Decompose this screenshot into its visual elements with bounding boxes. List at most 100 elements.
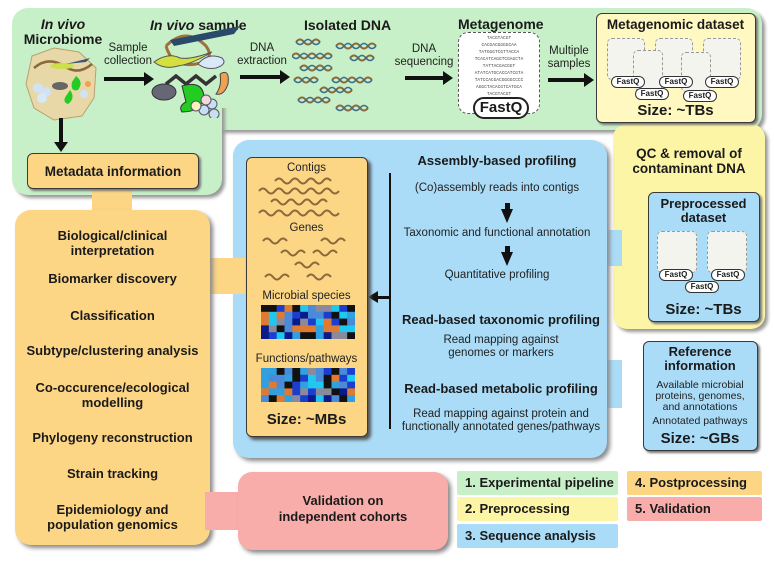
heatmap-cell [331, 388, 340, 396]
postprocessing-connector-outputs [205, 258, 245, 294]
functions-pathways-label: Functions/pathways [255, 353, 358, 365]
outputs-size: Size: ~MBs [266, 411, 347, 428]
heatmap-cell [331, 332, 340, 339]
heatmap-cell [347, 395, 355, 402]
down-arrow-icon [501, 203, 513, 223]
heatmap-cell [331, 374, 340, 383]
validation-label: Validation on independent cohorts [238, 493, 448, 525]
postprocessing-item: Phylogeny reconstruction [32, 430, 193, 445]
qc-title-line: QC & removal of [636, 146, 742, 161]
heatmap-cell [261, 305, 270, 313]
heatmap-cell [331, 395, 340, 402]
postprocessing-item: Biomarker discovery [48, 271, 177, 286]
metagenome-title: Metagenome [458, 16, 544, 32]
fastq-badge: FastQ [659, 76, 693, 88]
microbial-species-heatmap [261, 305, 355, 339]
item-line: Biological/clinical [57, 228, 168, 243]
heatmap-cell [300, 374, 309, 383]
reference-title-line: information [664, 358, 736, 373]
heatmap-cell [300, 381, 309, 389]
down-arrow-icon [501, 246, 513, 266]
preprocessed-dataset-title: Preprocessed dataset [649, 197, 758, 225]
dna-sequencing-label: DNA sequencing [392, 43, 456, 69]
heatmap-cell [276, 311, 285, 320]
heatmap-cell [268, 311, 278, 320]
sequence-line: TATCCACGACGGGGCCCC [474, 78, 524, 83]
heatmap-cell [268, 388, 278, 396]
microbiome-to-metadata-arrow [54, 118, 68, 152]
sample-illustration [151, 26, 240, 118]
profiling-outputs-box: Contigs Genes Microbial species Function… [246, 157, 368, 437]
reference-desc-line: and annotations [662, 401, 738, 413]
item-line: interpretation [70, 243, 155, 258]
postprocessing-item: Biological/clinical interpretation [15, 228, 210, 258]
read-metabolic-title: Read-based metabolic profiling [404, 381, 598, 396]
multiple-samples-label: Multiple samples [542, 45, 596, 71]
postprocessing-item: Co-occurence/ecological modelling [15, 380, 210, 410]
read-metabolic-desc: Read mapping against protein and functio… [392, 408, 610, 434]
heatmap-cell [284, 332, 293, 339]
arrow-label-line: samples [547, 58, 591, 70]
heatmap-cell [315, 388, 325, 396]
reference-description: Available microbial proteins, genomes, a… [644, 380, 756, 413]
dna-extraction-arrow [240, 70, 290, 84]
heatmap-cell [300, 395, 309, 402]
heatmap-cell [292, 381, 301, 389]
heatmap-cell [308, 318, 317, 326]
heatmap-cell [308, 332, 317, 339]
reference-size: Size: ~GBs [660, 430, 740, 447]
heatmap-cell [331, 325, 340, 333]
fastq-badge: FastQ [473, 97, 529, 119]
heatmap-cell [292, 325, 301, 333]
metagenomic-dataset-box: Metagenomic dataset FastQ FastQ FastQ Fa… [596, 13, 756, 123]
heatmap-cell [308, 368, 317, 376]
heatmap-cell [292, 318, 301, 326]
heatmap-cell [276, 305, 285, 313]
heatmap-cell [284, 318, 293, 326]
heatmap-cell [276, 325, 285, 333]
heatmap-cell [347, 305, 355, 313]
heatmap-cell [323, 388, 332, 396]
preprocessed-title-line: Preprocessed [660, 196, 747, 211]
heatmap-cell [261, 374, 270, 383]
heatmap-cell [323, 395, 332, 402]
heatmap-cell [323, 318, 332, 326]
heatmap-cell [276, 368, 285, 376]
legend-preprocessing: 2. Preprocessing [457, 497, 618, 521]
heatmap-cell [300, 388, 309, 396]
heatmap-cell [308, 395, 317, 402]
validation-label-line: independent cohorts [278, 509, 408, 524]
heatmap-cell [268, 325, 278, 333]
assembly-step: Taxonomic and functional annotation [403, 227, 591, 239]
heatmap-cell [261, 311, 270, 320]
heatmap-cell [276, 381, 285, 389]
qc-title: QC & removal of contaminant DNA [613, 146, 765, 176]
postprocessing-item: Classification [70, 308, 155, 323]
heatmap-cell [300, 368, 309, 376]
legend-postprocessing: 4. Postprocessing [627, 471, 762, 495]
heatmap-cell [308, 311, 317, 320]
heatmap-cell [268, 395, 278, 402]
genes-label: Genes [289, 222, 324, 234]
heatmap-cell [300, 325, 309, 333]
preprocessed-title-line: dataset [680, 210, 727, 225]
legend-label: 2. Preprocessing [465, 501, 570, 516]
heatmap-cell [323, 368, 332, 376]
legend-experimental-pipeline: 1. Experimental pipeline [457, 471, 618, 495]
microbiome-title-italic: In vivo [40, 16, 86, 32]
heatmap-cell [292, 395, 301, 402]
functions-pathways-heatmap [261, 368, 355, 402]
heatmap-cell [323, 311, 332, 320]
fastq-badge: FastQ [683, 90, 717, 102]
arrow-label-line: extraction [237, 55, 287, 67]
sequence-line: TATGGGTCGTTACCA [478, 50, 520, 55]
heatmap-cell [331, 311, 340, 320]
metagenomic-dataset-size: Size: ~TBs [637, 102, 714, 119]
heatmap-cell [261, 318, 270, 326]
heatmap-cell [276, 374, 285, 383]
heatmap-cell [315, 395, 325, 402]
fastq-badge: FastQ [659, 269, 693, 281]
desc-line: Read mapping against protein and [413, 408, 589, 420]
heatmap-cell [339, 395, 348, 402]
sequence-line: AGGCTACACGTCATGCA [476, 85, 522, 90]
